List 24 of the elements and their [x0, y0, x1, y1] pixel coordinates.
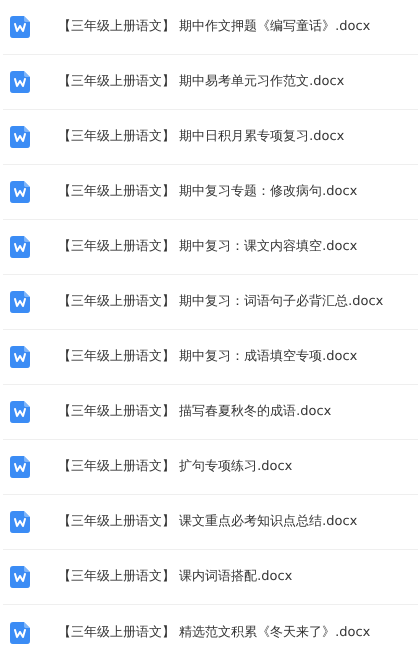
file-name[interactable]: 【三年级上册语文】 期中复习：词语句子必背汇总.docx — [58, 292, 384, 312]
document-icon — [10, 346, 30, 368]
document-icon — [10, 71, 30, 93]
file-name[interactable]: 【三年级上册语文】 期中复习：成语填空专项.docx — [58, 347, 358, 367]
file-name[interactable]: 【三年级上册语文】 描写春夏秋冬的成语.docx — [58, 402, 332, 422]
document-icon — [10, 511, 30, 533]
document-icon — [10, 401, 30, 423]
file-name[interactable]: 【三年级上册语文】 期中日积月累专项复习.docx — [58, 127, 344, 147]
file-name[interactable]: 【三年级上册语文】 期中复习专题：修改病句.docx — [58, 182, 358, 202]
file-name[interactable]: 【三年级上册语文】 课文重点必考知识点总结.docx — [58, 512, 358, 532]
file-name[interactable]: 【三年级上册语文】 期中易考单元习作范文.docx — [58, 72, 344, 92]
file-name[interactable]: 【三年级上册语文】 期中复习：课文内容填空.docx — [58, 237, 358, 257]
file-name[interactable]: 【三年级上册语文】 扩句专项练习.docx — [58, 457, 292, 477]
file-name[interactable]: 【三年级上册语文】 期中作文押题《编写童话》.docx — [58, 17, 370, 37]
document-icon — [10, 16, 30, 38]
document-icon — [10, 456, 30, 478]
file-name[interactable]: 【三年级上册语文】 精选范文积累《冬天来了》.docx — [58, 622, 370, 642]
document-icon — [10, 622, 30, 644]
document-icon — [10, 181, 30, 203]
document-icon — [10, 566, 30, 588]
document-icon — [10, 291, 30, 313]
file-name[interactable]: 【三年级上册语文】 课内词语搭配.docx — [58, 567, 292, 587]
document-icon — [10, 236, 30, 258]
document-icon — [10, 126, 30, 148]
